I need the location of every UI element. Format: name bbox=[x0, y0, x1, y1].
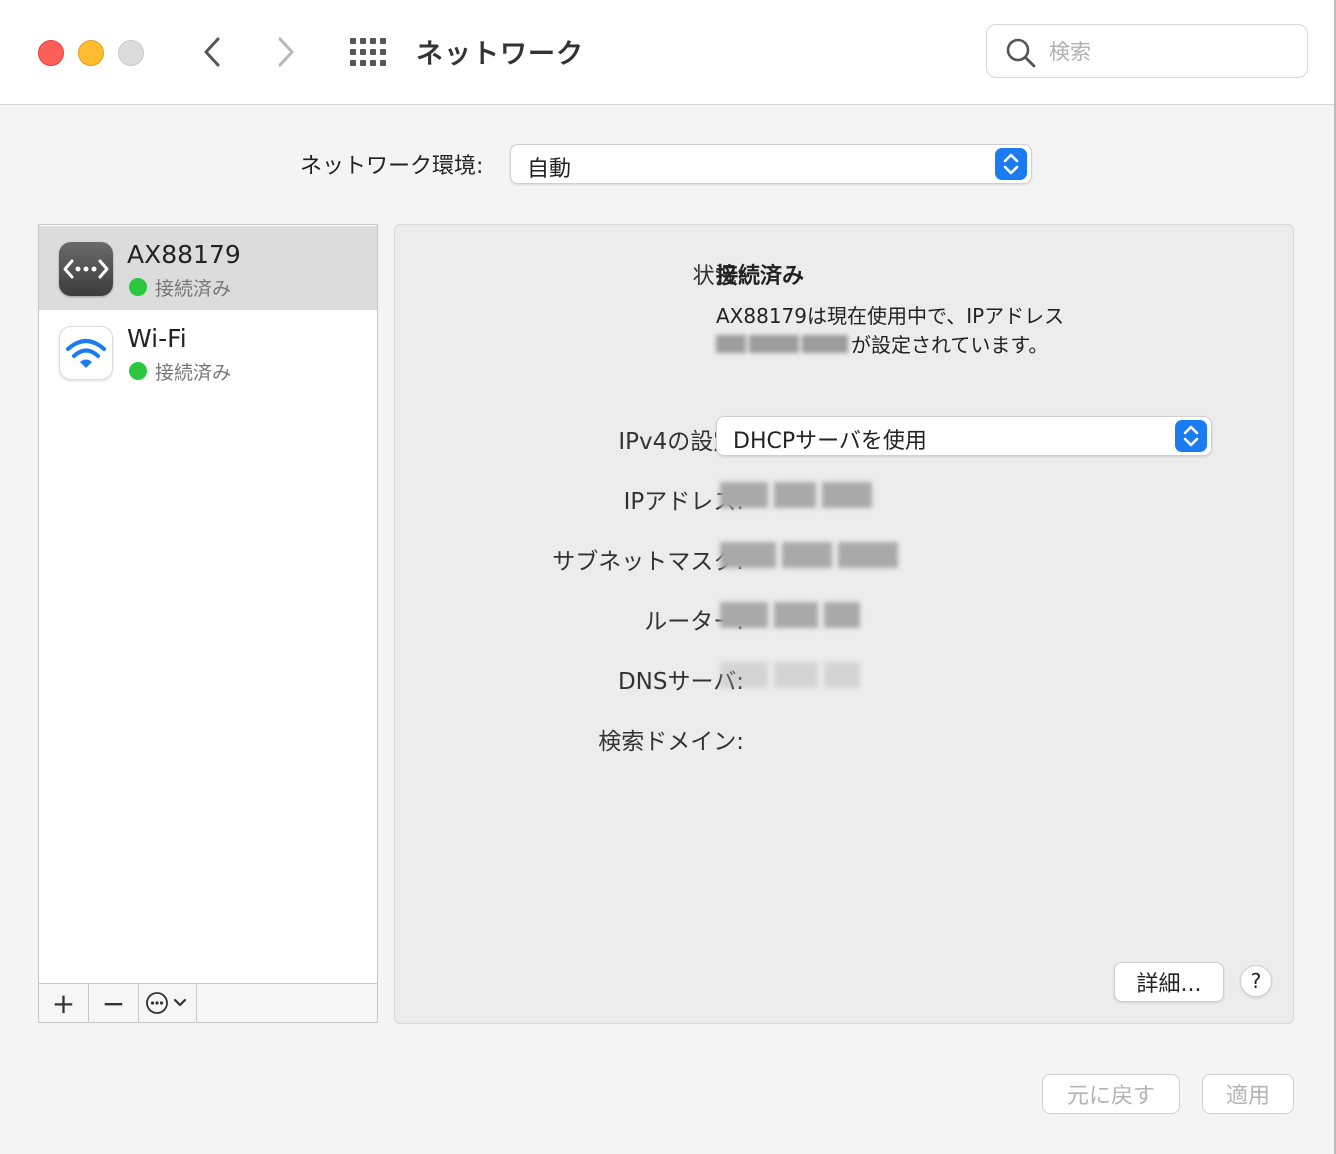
up-down-chevron-icon bbox=[1183, 425, 1199, 447]
advanced-button[interactable]: 詳細... bbox=[1114, 962, 1224, 1002]
minimize-window-button[interactable] bbox=[78, 40, 104, 66]
service-item-wifi[interactable]: Wi-Fi 接続済み bbox=[39, 310, 377, 394]
status-indicator bbox=[129, 278, 147, 296]
wifi-icon bbox=[59, 326, 113, 380]
add-service-button[interactable]: + bbox=[39, 984, 89, 1022]
action-menu-icon bbox=[145, 992, 186, 1014]
ethernet-icon bbox=[59, 242, 113, 296]
show-all-grid-icon[interactable] bbox=[350, 38, 388, 66]
back-button[interactable] bbox=[194, 34, 230, 70]
up-down-chevron-icon bbox=[1003, 153, 1019, 175]
router-value-redacted bbox=[720, 602, 866, 628]
description-line-2: が設定されています。 bbox=[851, 333, 1049, 357]
zoom-window-button[interactable] bbox=[118, 40, 144, 66]
action-menu-button[interactable] bbox=[139, 984, 197, 1022]
search-icon bbox=[1006, 38, 1036, 68]
ipv4-value: DHCPサーバを使用 bbox=[733, 429, 927, 454]
toolbar: ネットワーク bbox=[0, 0, 1334, 105]
chevron-left-icon bbox=[204, 37, 220, 67]
apply-button[interactable]: 適用 bbox=[1202, 1074, 1294, 1114]
service-list-toolbar: + − bbox=[38, 983, 378, 1023]
subnet-mask-value-redacted bbox=[720, 542, 904, 568]
forward-button[interactable] bbox=[268, 34, 304, 70]
service-status: 接続済み bbox=[155, 278, 232, 300]
description-line-1: AX88179は現在使用中で、IPアドレス bbox=[716, 304, 1065, 328]
chevron-right-icon bbox=[278, 37, 294, 67]
help-button[interactable]: ? bbox=[1240, 965, 1272, 997]
network-preferences-window: ネットワーク ネットワーク環境: 自動 AX88179 接続済み bbox=[0, 0, 1336, 1154]
search-domain-label: 検索ドメイン: bbox=[598, 729, 744, 755]
remove-service-button[interactable]: − bbox=[89, 984, 139, 1022]
location-label: ネットワーク環境: bbox=[300, 154, 484, 179]
window-title: ネットワーク bbox=[416, 39, 584, 70]
dns-server-value-redacted bbox=[720, 662, 866, 688]
close-window-button[interactable] bbox=[38, 40, 64, 66]
subnet-mask-label: サブネットマスク: bbox=[552, 549, 744, 575]
redacted-ip bbox=[716, 332, 851, 361]
location-popup-arrows bbox=[995, 148, 1027, 180]
service-name: Wi-Fi bbox=[127, 324, 187, 353]
ipv4-configure-popup[interactable]: DHCPサーバを使用 bbox=[716, 416, 1212, 456]
description-line-2-row: が設定されています。 bbox=[716, 331, 1136, 361]
revert-button[interactable]: 元に戻す bbox=[1042, 1074, 1180, 1114]
service-item-ax88179[interactable]: AX88179 接続済み bbox=[39, 226, 377, 310]
service-name: AX88179 bbox=[127, 240, 241, 269]
search-field[interactable] bbox=[986, 24, 1308, 78]
status-description: AX88179は現在使用中で、IPアドレス が設定されています。 bbox=[716, 302, 1136, 361]
ip-address-value-redacted bbox=[720, 482, 878, 508]
service-list: AX88179 接続済み Wi-Fi 接続済み bbox=[38, 224, 378, 984]
ipv4-popup-arrows bbox=[1175, 420, 1207, 452]
status-indicator bbox=[129, 362, 147, 380]
service-status: 接続済み bbox=[155, 362, 232, 384]
location-value: 自動 bbox=[527, 157, 572, 182]
search-input[interactable] bbox=[1047, 36, 1291, 68]
status-value: 接続済み bbox=[716, 264, 805, 289]
location-popup[interactable]: 自動 bbox=[510, 144, 1032, 184]
